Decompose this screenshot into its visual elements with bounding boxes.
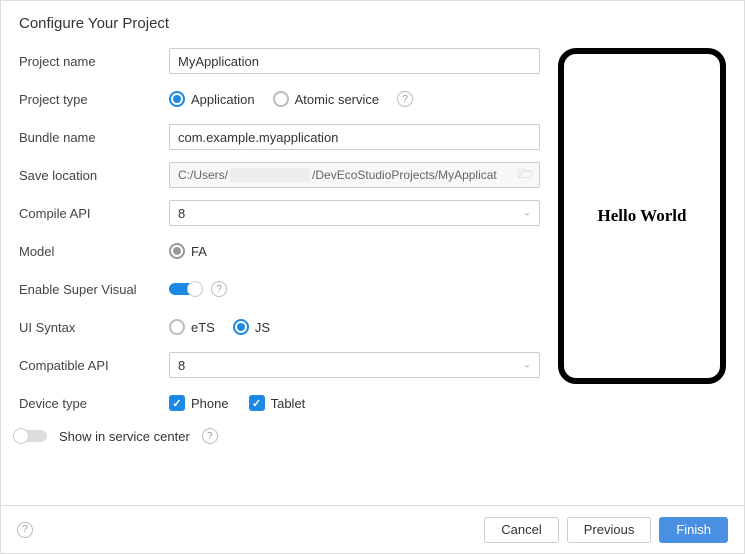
bundle-name-input[interactable]: com.example.myapplication <box>169 124 540 150</box>
ui-syntax-label: UI Syntax <box>19 320 169 335</box>
model-label: Model <box>19 244 169 259</box>
model-fa-radio[interactable]: FA <box>169 243 207 259</box>
chevron-down-icon: ⌄ <box>523 360 531 371</box>
preview-text: Hello World <box>598 206 687 226</box>
page-title: Configure Your Project <box>19 15 726 32</box>
radio-selected-icon <box>233 319 249 335</box>
radio-unselected-icon <box>169 319 185 335</box>
device-type-phone-checkbox[interactable]: ✓ Phone <box>169 395 229 411</box>
checkbox-checked-icon: ✓ <box>169 395 185 411</box>
project-type-atomic-service-radio[interactable]: Atomic service <box>273 91 380 107</box>
project-type-label: Project type <box>19 92 169 107</box>
compatible-api-select[interactable]: 8 ⌄ <box>169 352 540 378</box>
folder-icon[interactable]: 🗁 <box>518 165 533 186</box>
show-in-service-center-label: Show in service center <box>59 429 190 444</box>
radio-selected-grey-icon <box>169 243 185 259</box>
radio-selected-icon <box>169 91 185 107</box>
cancel-button[interactable]: Cancel <box>484 517 558 543</box>
show-in-service-center-toggle[interactable] <box>15 430 47 442</box>
chevron-down-icon: ⌄ <box>523 208 531 219</box>
device-preview: Hello World <box>558 48 726 384</box>
compile-api-select[interactable]: 8 ⌄ <box>169 200 540 226</box>
redacted-segment <box>230 168 310 182</box>
device-type-tablet-checkbox[interactable]: ✓ Tablet <box>249 395 306 411</box>
help-icon[interactable]: ? <box>202 428 218 444</box>
enable-super-visual-toggle[interactable] <box>169 283 201 295</box>
finish-button[interactable]: Finish <box>659 517 728 543</box>
save-location-input[interactable]: C:/Users/ /DevEcoStudioProjects/MyApplic… <box>169 162 540 188</box>
project-type-application-radio[interactable]: Application <box>169 91 255 107</box>
project-name-input[interactable]: MyApplication <box>169 48 540 74</box>
enable-super-visual-label: Enable Super Visual <box>19 282 169 297</box>
radio-unselected-icon <box>273 91 289 107</box>
device-type-label: Device type <box>19 396 169 411</box>
compatible-api-label: Compatible API <box>19 358 169 373</box>
ui-syntax-ets-radio[interactable]: eTS <box>169 319 215 335</box>
ui-syntax-js-radio[interactable]: JS <box>233 319 270 335</box>
help-icon[interactable]: ? <box>397 91 413 107</box>
bundle-name-label: Bundle name <box>19 130 169 145</box>
help-icon[interactable]: ? <box>211 281 227 297</box>
help-icon[interactable]: ? <box>17 522 33 538</box>
compile-api-label: Compile API <box>19 206 169 221</box>
project-name-label: Project name <box>19 54 169 69</box>
save-location-label: Save location <box>19 168 169 183</box>
checkbox-checked-icon: ✓ <box>249 395 265 411</box>
previous-button[interactable]: Previous <box>567 517 652 543</box>
